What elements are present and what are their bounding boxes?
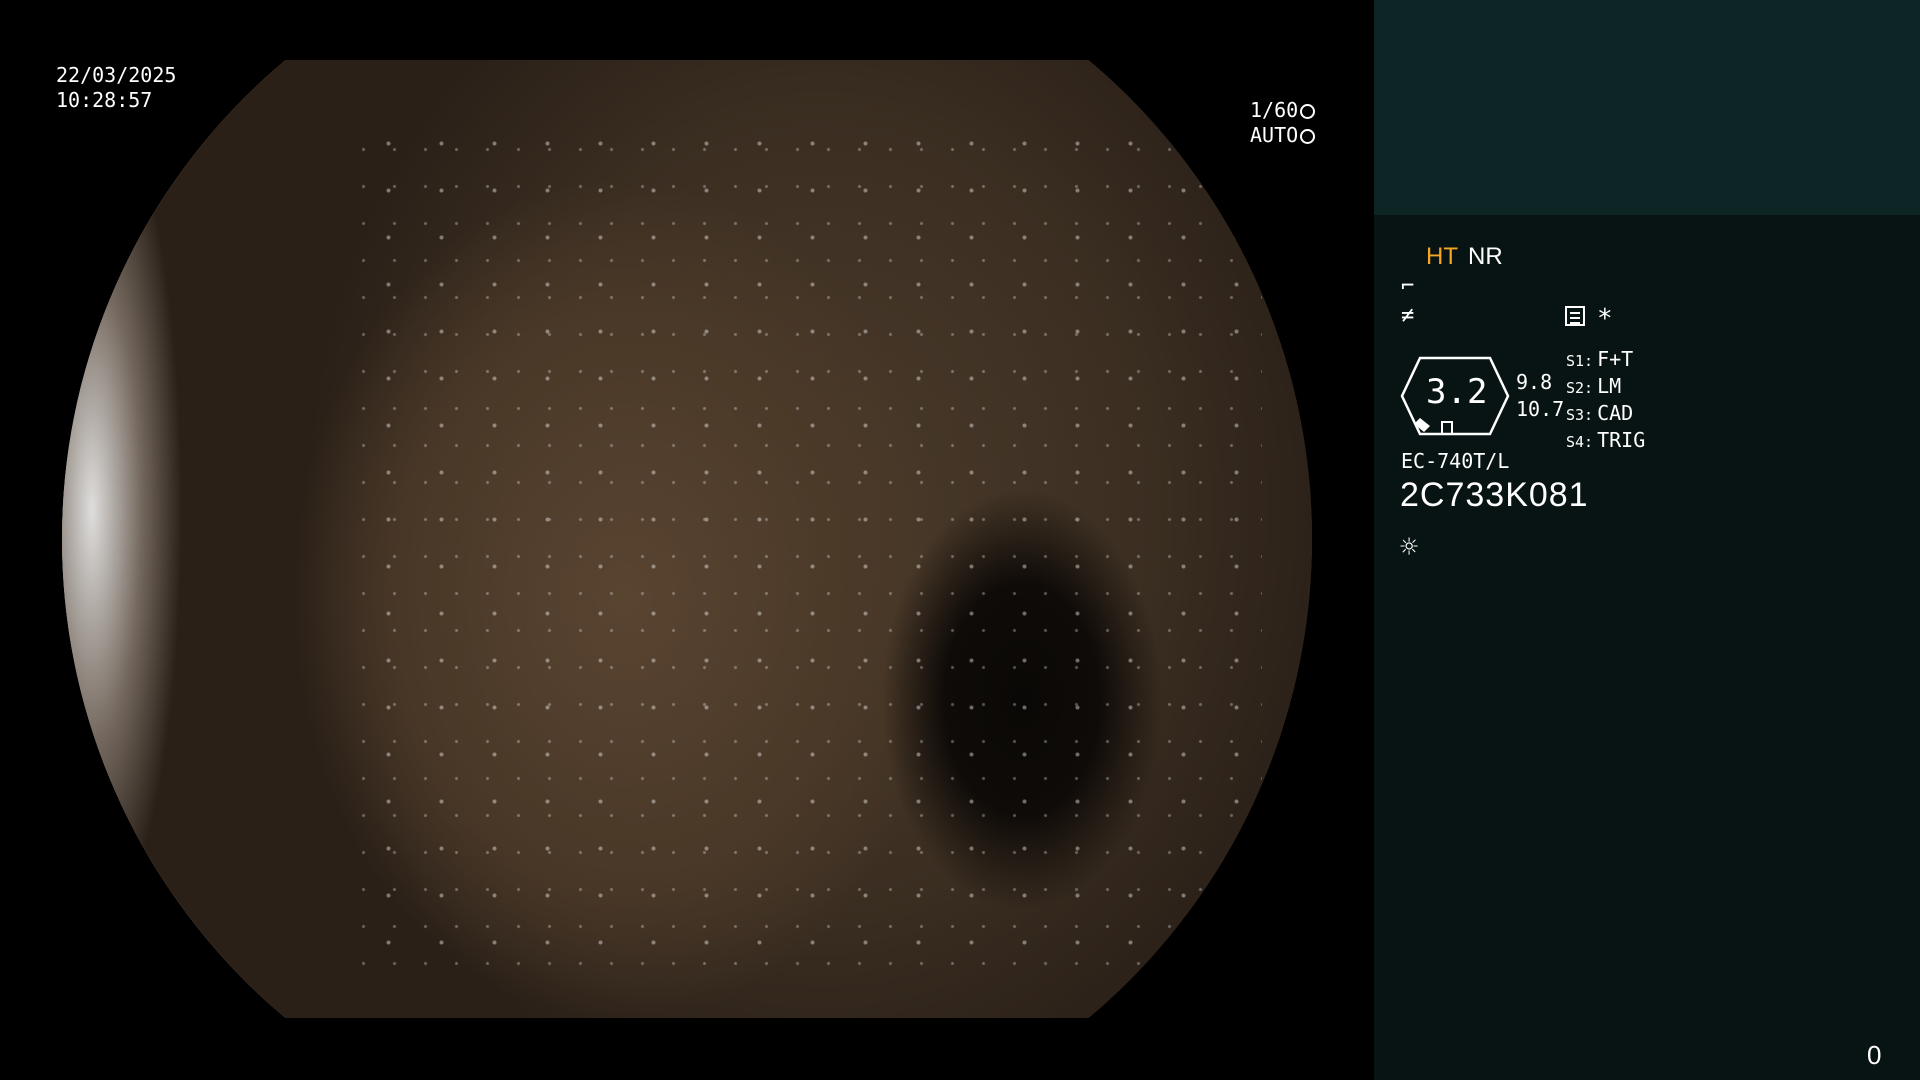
- endoscope-video-area: 22/03/2025 10:28:57 1/60 AUTO: [0, 0, 1374, 1080]
- switch-value: F+T: [1597, 347, 1634, 371]
- switch-key: S2:: [1566, 379, 1594, 397]
- menu-icon: [1565, 306, 1585, 326]
- switch-key: S1:: [1566, 352, 1594, 370]
- light-icon: ☼: [1400, 530, 1419, 565]
- gauge-marker-icon: [1441, 421, 1453, 435]
- switch-value: LM: [1597, 374, 1622, 398]
- scope-serial: 2C733K081: [1400, 476, 1589, 514]
- switch-value: TRIG: [1597, 428, 1646, 452]
- datetime-overlay: 22/03/2025 10:28:57: [56, 63, 176, 113]
- ht-nr-indicator: HT NR: [1426, 243, 1503, 271]
- frequency-icon: ≠: [1401, 303, 1415, 328]
- switch-list: S1: F+T S2: LM S3: CAD S4: TRIG: [1566, 347, 1645, 455]
- ht-label: HT: [1426, 243, 1458, 270]
- shutter-text: 1/60: [1250, 98, 1299, 122]
- switch-item: S4: TRIG: [1566, 428, 1645, 455]
- switch-value: CAD: [1597, 401, 1634, 425]
- auto-exposure-icon: [1300, 129, 1316, 144]
- enhance-icon: ⌐: [1401, 274, 1415, 299]
- scope-model: EC-740T/L: [1401, 449, 1510, 473]
- switch-key: S3:: [1566, 406, 1594, 424]
- nr-label: NR: [1468, 243, 1503, 270]
- value-b: 10.7: [1516, 397, 1565, 421]
- exposure-mode-text: AUTO: [1250, 123, 1299, 147]
- date-text: 22/03/2025: [56, 63, 177, 87]
- star-icon: *: [1597, 304, 1613, 334]
- value-a: 9.8: [1516, 370, 1553, 394]
- side-panel-bottom: [1374, 215, 1920, 1080]
- switch-item: S2: LM: [1566, 374, 1645, 401]
- exposure-overlay: 1/60 AUTO: [1250, 98, 1316, 148]
- pencil-icon: [1414, 418, 1430, 432]
- switch-item: S1: F+T: [1566, 347, 1645, 374]
- gauge-value: 3.2: [1426, 372, 1488, 412]
- switch-key: S4:: [1566, 433, 1594, 451]
- mucosa-texture: [362, 120, 1262, 980]
- shutter-icon: [1300, 104, 1316, 119]
- endoscope-image: [62, 60, 1312, 1018]
- time-text: 10:28:57: [56, 88, 153, 112]
- frame-counter: 0: [1867, 1040, 1882, 1070]
- switch-item: S3: CAD: [1566, 401, 1645, 428]
- side-panel-top: [1374, 0, 1920, 215]
- light-glare: [62, 60, 212, 1018]
